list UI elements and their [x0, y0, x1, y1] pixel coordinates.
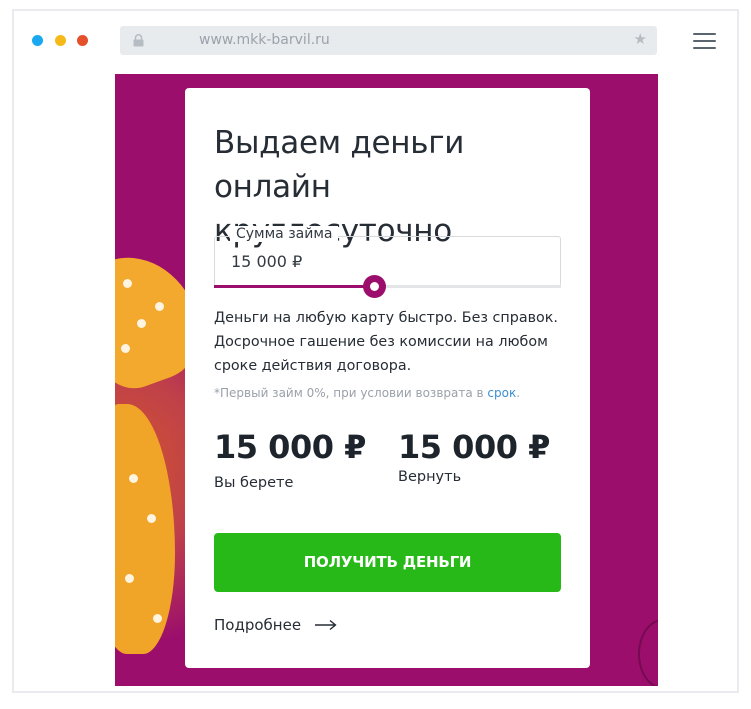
- more-link-label: Подробнее: [214, 616, 302, 634]
- dress-dot: [147, 514, 156, 523]
- return-amount: 15 000 ₽: [398, 428, 550, 466]
- loan-amount-label: Сумма займа: [230, 226, 339, 242]
- dress-dot: [121, 344, 130, 353]
- footnote-text: *Первый займ 0%, при условии возврата в: [214, 386, 488, 400]
- window-dot-yellow: [55, 35, 66, 46]
- dress-dot: [155, 302, 164, 311]
- menu-icon[interactable]: [693, 33, 716, 50]
- dress-dot: [125, 574, 134, 583]
- star-icon[interactable]: ★: [634, 32, 647, 48]
- url-text: www.mkk-barvil.ru: [199, 32, 330, 48]
- window-dot-blue: [32, 35, 43, 46]
- take-amount: 15 000 ₽: [214, 428, 366, 466]
- description-text: Деньги на любую карту быстро. Без справо…: [214, 310, 558, 374]
- take-amount-block: 15 000 ₽ Вы берете: [214, 428, 366, 491]
- lock-icon: [133, 34, 144, 47]
- term-link[interactable]: срок: [487, 386, 516, 400]
- footnote: *Первый займ 0%, при условии возврата в …: [214, 386, 520, 400]
- window-dot-red: [77, 35, 88, 46]
- get-money-button[interactable]: ПОЛУЧИТЬ ДЕНЬГИ: [214, 533, 561, 592]
- take-label: Вы берете: [214, 475, 294, 491]
- dress-dot: [123, 279, 132, 288]
- slider-thumb[interactable]: [362, 275, 386, 298]
- return-amount-block: 15 000 ₽ Вернуть: [398, 428, 550, 485]
- arrow-right-icon: [315, 619, 337, 631]
- decorative-circle: [638, 619, 658, 686]
- address-bar[interactable]: www.mkk-barvil.ru ★: [120, 26, 657, 55]
- loan-amount-input[interactable]: Сумма займа 15 000 ₽: [214, 226, 561, 287]
- return-label: Вернуть: [398, 469, 462, 485]
- dress-dot: [129, 474, 138, 483]
- slider-fill: [214, 285, 374, 288]
- loan-card: Выдаем деньги онлайн круглосуточно Сумма…: [185, 88, 590, 668]
- more-link[interactable]: Подробнее: [214, 616, 337, 634]
- footnote-end: .: [516, 386, 521, 400]
- dress-dot: [137, 319, 146, 328]
- loan-amount-value: 15 000 ₽: [231, 252, 303, 271]
- dress-dot: [153, 614, 162, 623]
- loan-amount-slider[interactable]: [214, 275, 561, 298]
